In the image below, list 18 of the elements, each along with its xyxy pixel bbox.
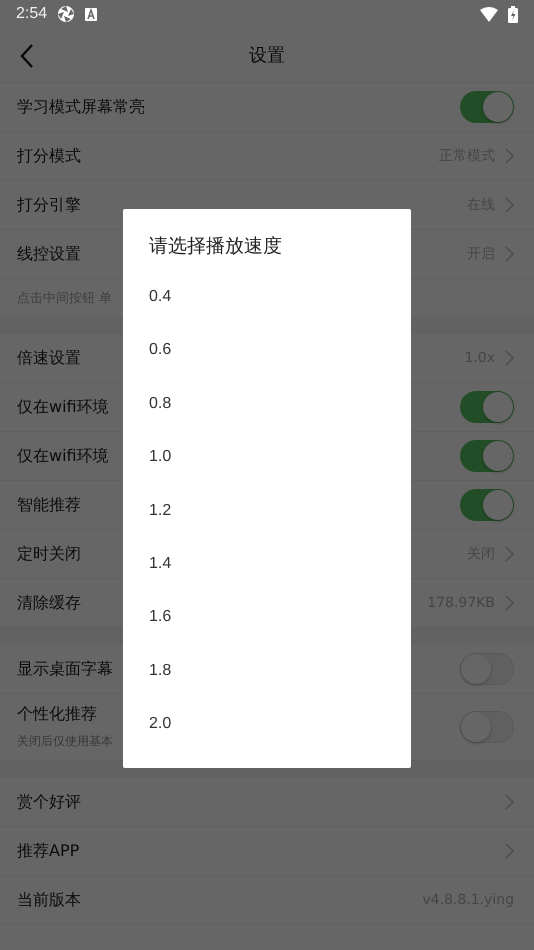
setting-label: 仅在wifi环境 [17, 446, 109, 466]
setting-label: 打分引擎 [17, 194, 81, 216]
setting-label: 学习模式屏幕常亮 [17, 96, 145, 118]
setting-label: 定时关闭 [17, 544, 81, 564]
setting-label: 倍速设置 [17, 348, 81, 368]
setting-label: 智能推荐 [17, 494, 81, 516]
setting-label: 个性化推荐 [17, 704, 98, 725]
setting-label: 当前版本 [17, 890, 81, 910]
setting-label: 赏个好评 [17, 792, 81, 812]
setting-label: 打分模式 [17, 146, 81, 166]
setting-label: 清除缓存 [17, 592, 81, 614]
setting-label: 显示桌面字幕 [17, 658, 113, 680]
setting-label: 仅在wifi环境 [17, 396, 109, 418]
setting-label: 推荐APP [17, 840, 80, 862]
page-title: 设置 [249, 44, 285, 67]
status-time: 2:54 [16, 5, 48, 23]
setting-label: 线控设置 [17, 244, 81, 264]
dialog-title: 请选择播放速度 [149, 234, 283, 259]
